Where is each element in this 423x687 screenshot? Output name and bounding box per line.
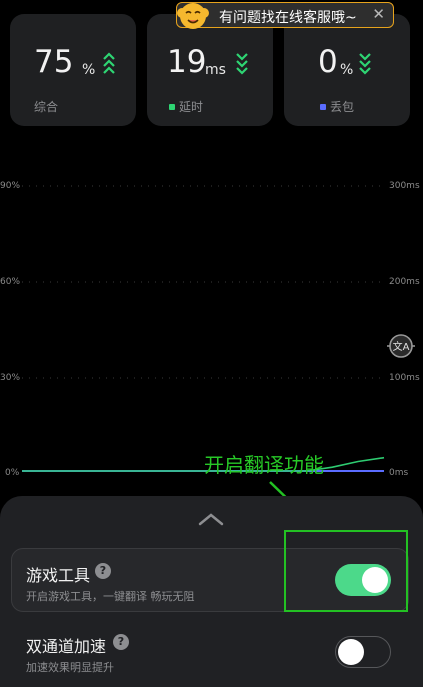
loss-dot [320,104,326,110]
right-tick-300: 300ms [389,181,420,191]
left-tick-30: 30% [0,373,21,383]
trend-up-icon [103,52,115,74]
overall-unit: % [82,62,96,78]
series-line-2 [22,456,385,472]
game-tools-title: 游戏工具 [26,566,91,585]
right-tick-200: 200ms [389,277,420,287]
translate-icon[interactable]: 文A [384,329,418,363]
dual-channel-toggle[interactable] [335,636,391,668]
right-tick-100: 100ms [389,373,420,383]
latency-dot [169,104,175,110]
trend-down-icon [359,53,371,75]
dual-channel-desc: 加速效果明显提升 [26,661,114,674]
latency-value: 19 [167,44,207,80]
annotation-highlight-box [284,530,408,612]
trend-down-icon [236,53,248,75]
stat-card-overall: 75 % 综合 [10,14,136,126]
loss-unit: % [340,62,354,78]
network-chart [22,185,385,472]
loss-value: 0 [318,44,338,80]
stat-card-latency: 19 ms 延时 [147,14,273,126]
loss-label: 丢包 [320,98,354,115]
latency-unit: ms [205,62,226,78]
customer-service-text: 有问题找在线客服哦~ [219,10,357,26]
right-tick-0: 0ms [389,468,409,478]
smiley-face-icon[interactable] [176,0,210,32]
chart-grid [22,185,384,379]
annotation-label: 开启翻译功能 [204,453,324,477]
help-icon[interactable]: ? [95,563,111,579]
chart-lines [22,456,385,472]
latency-label: 延时 [169,98,203,115]
stat-card-packet-loss: 0 % 丢包 [284,14,410,126]
close-icon[interactable]: ✕ [372,5,385,23]
dual-channel-title: 双通道加速 [26,637,107,656]
help-icon[interactable]: ? [113,634,129,650]
left-tick-90: 90% [0,181,21,191]
overall-label: 综合 [34,100,59,114]
left-tick-60: 60% [0,277,21,287]
chevron-up-icon[interactable] [196,512,226,526]
svg-text:文A: 文A [393,340,410,353]
overall-value: 75 [34,44,74,80]
left-tick-0: 0% [5,468,20,478]
game-tools-desc: 开启游戏工具，一键翻译 畅玩无阻 [26,590,195,603]
toggle-knob [337,638,364,665]
